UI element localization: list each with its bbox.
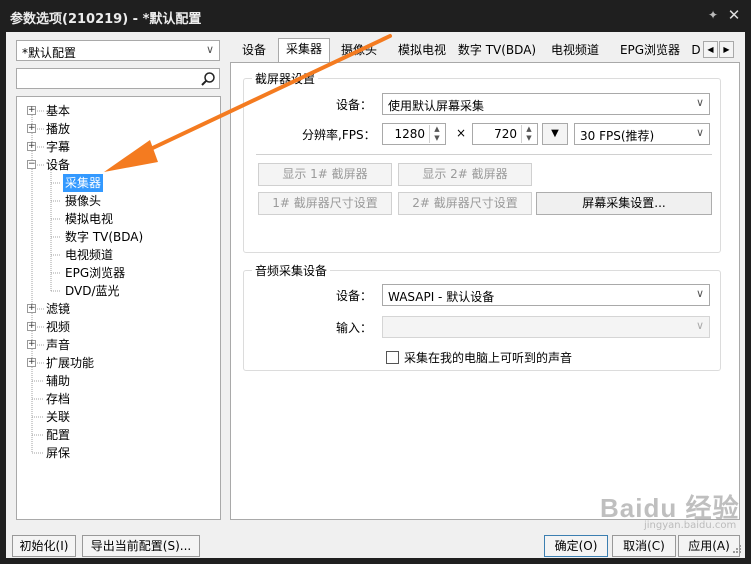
watermark-logo: Baidu 经验 bbox=[600, 493, 740, 523]
watermark-url: jingyan.baidu.com bbox=[644, 520, 737, 531]
annotation-arrow-icon bbox=[104, 34, 392, 172]
baidu-watermark: Baidu 经验 jingyan.baidu.com bbox=[600, 488, 740, 531]
